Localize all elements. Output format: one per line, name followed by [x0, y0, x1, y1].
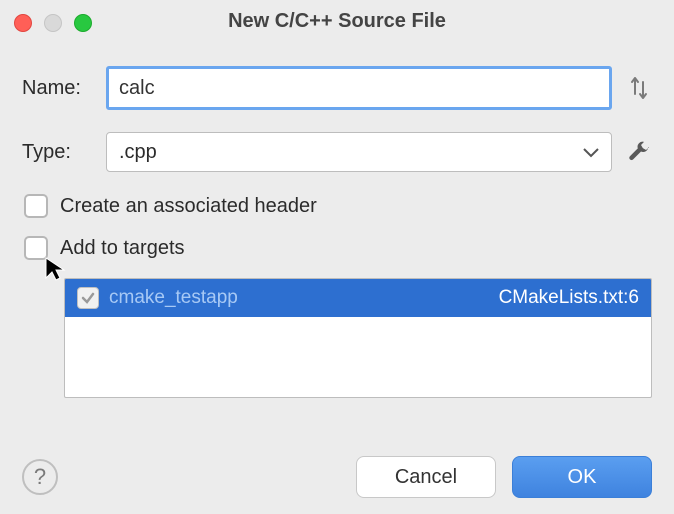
- target-name: cmake_testapp: [109, 287, 238, 309]
- target-file: CMakeLists.txt:6: [499, 287, 639, 309]
- chevron-down-icon: [583, 141, 599, 164]
- target-row[interactable]: cmake_testapp CMakeLists.txt:6: [65, 279, 651, 317]
- create-header-checkbox[interactable]: [24, 194, 48, 218]
- name-label: Name:: [22, 77, 92, 100]
- cursor-icon: [44, 256, 66, 282]
- type-select[interactable]: .cpp: [106, 132, 612, 172]
- wrench-icon[interactable]: [626, 141, 652, 163]
- type-value: .cpp: [119, 141, 157, 164]
- close-window-button[interactable]: [14, 14, 32, 32]
- add-targets-checkbox[interactable]: [24, 236, 48, 260]
- help-button[interactable]: ?: [22, 459, 58, 495]
- cancel-button[interactable]: Cancel: [356, 456, 496, 498]
- minimize-window-button: [44, 14, 62, 32]
- target-checkbox[interactable]: [77, 287, 99, 309]
- add-targets-label: Add to targets: [60, 237, 185, 260]
- sort-icon[interactable]: [626, 72, 652, 104]
- titlebar: New C/C++ Source File: [0, 0, 674, 42]
- create-header-label: Create an associated header: [60, 195, 317, 218]
- window-title: New C/C++ Source File: [10, 10, 664, 33]
- ok-button[interactable]: OK: [512, 456, 652, 498]
- type-label: Type:: [22, 141, 92, 164]
- name-input[interactable]: [106, 66, 612, 110]
- zoom-window-button[interactable]: [74, 14, 92, 32]
- targets-listbox[interactable]: cmake_testapp CMakeLists.txt:6: [64, 278, 652, 398]
